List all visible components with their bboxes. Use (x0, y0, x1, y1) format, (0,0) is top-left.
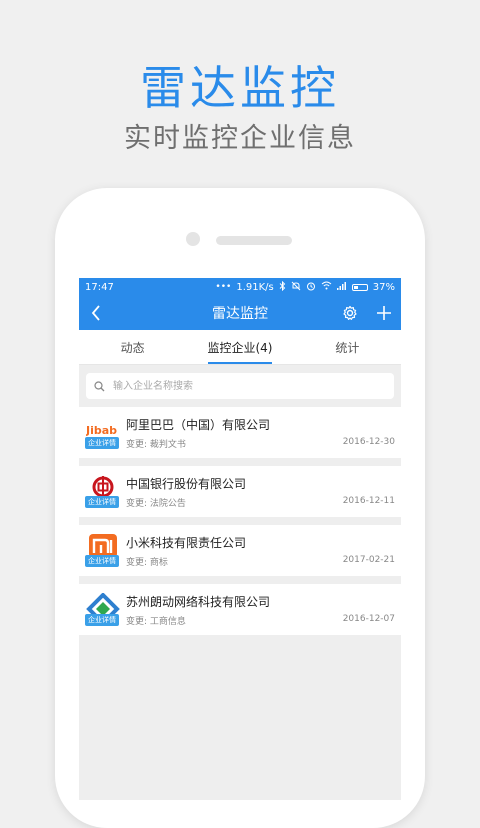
app-screen: 17:47 ••• 1.91K/s 37% 雷达监控 动态 监控企业(4) 统计… (79, 278, 401, 800)
status-time: 17:47 (85, 281, 114, 293)
company-name: 小米科技有限责任公司 (126, 536, 247, 550)
change-date: 2017-02-21 (342, 555, 395, 565)
network-speed: 1.91K/s (236, 281, 274, 293)
company-name: 阿里巴巴（中国）有限公司 (126, 418, 271, 432)
tab-monitored-companies[interactable]: 监控企业(4) (186, 330, 293, 364)
change-date: 2016-12-30 (342, 437, 395, 447)
company-detail-badge[interactable]: 企业详情 (85, 555, 119, 567)
search-icon (94, 380, 105, 391)
company-list: Jibab 企业详情 阿里巴巴（中国）有限公司 变更: 裁判文书 2016-12… (79, 405, 401, 635)
alarm-icon (306, 281, 316, 294)
change-info: 变更: 法院公告 (126, 499, 186, 509)
phone-camera (186, 232, 200, 246)
list-item[interactable]: 企业详情 中国银行股份有限公司 变更: 法院公告 2016-12-11 (79, 466, 401, 517)
change-info: 变更: 商标 (126, 558, 168, 568)
company-name: 苏州朗动网络科技有限公司 (126, 595, 271, 609)
wifi-icon (321, 281, 332, 293)
settings-button[interactable] (333, 296, 367, 330)
gear-icon (343, 305, 357, 320)
mute-bell-icon (291, 281, 301, 294)
nav-bar: 雷达监控 (79, 296, 401, 330)
promo-title: 雷达监控 (140, 61, 340, 115)
change-info: 变更: 裁判文书 (126, 440, 186, 450)
company-name: 中国银行股份有限公司 (126, 477, 247, 491)
add-button[interactable] (367, 296, 401, 330)
status-bar: 17:47 ••• 1.91K/s 37% (79, 278, 401, 296)
more-dots-icon: ••• (215, 282, 232, 292)
list-item[interactable]: 企业详情 小米科技有限责任公司 变更: 商标 2017-02-21 (79, 525, 401, 576)
company-detail-badge[interactable]: 企业详情 (85, 437, 119, 449)
bluetooth-icon (279, 280, 286, 294)
battery-percent: 37% (372, 281, 395, 293)
company-detail-badge[interactable]: 企业详情 (85, 614, 119, 626)
phone-speaker (216, 236, 292, 245)
plus-icon (377, 306, 391, 320)
tab-statistics[interactable]: 统计 (294, 330, 401, 364)
signal-icon (336, 281, 347, 293)
tab-bar: 动态 监控企业(4) 统计 (79, 330, 401, 365)
list-item[interactable]: Jibab 企业详情 阿里巴巴（中国）有限公司 变更: 裁判文书 2016-12… (79, 407, 401, 458)
chevron-left-icon (91, 305, 100, 321)
change-date: 2016-12-11 (342, 496, 395, 506)
search-box (86, 373, 394, 399)
battery-icon (351, 283, 368, 291)
back-button[interactable] (79, 296, 113, 330)
svg-text:Jibab: Jibab (86, 424, 117, 437)
change-date: 2016-12-07 (342, 614, 395, 624)
company-detail-badge[interactable]: 企业详情 (85, 496, 119, 508)
search-input[interactable] (111, 379, 355, 393)
list-item[interactable]: 企业详情 苏州朗动网络科技有限公司 变更: 工商信息 2016-12-07 (79, 584, 401, 635)
change-info: 变更: 工商信息 (126, 617, 186, 627)
tab-dynamics[interactable]: 动态 (79, 330, 186, 364)
promo-subtitle: 实时监控企业信息 (124, 123, 356, 154)
